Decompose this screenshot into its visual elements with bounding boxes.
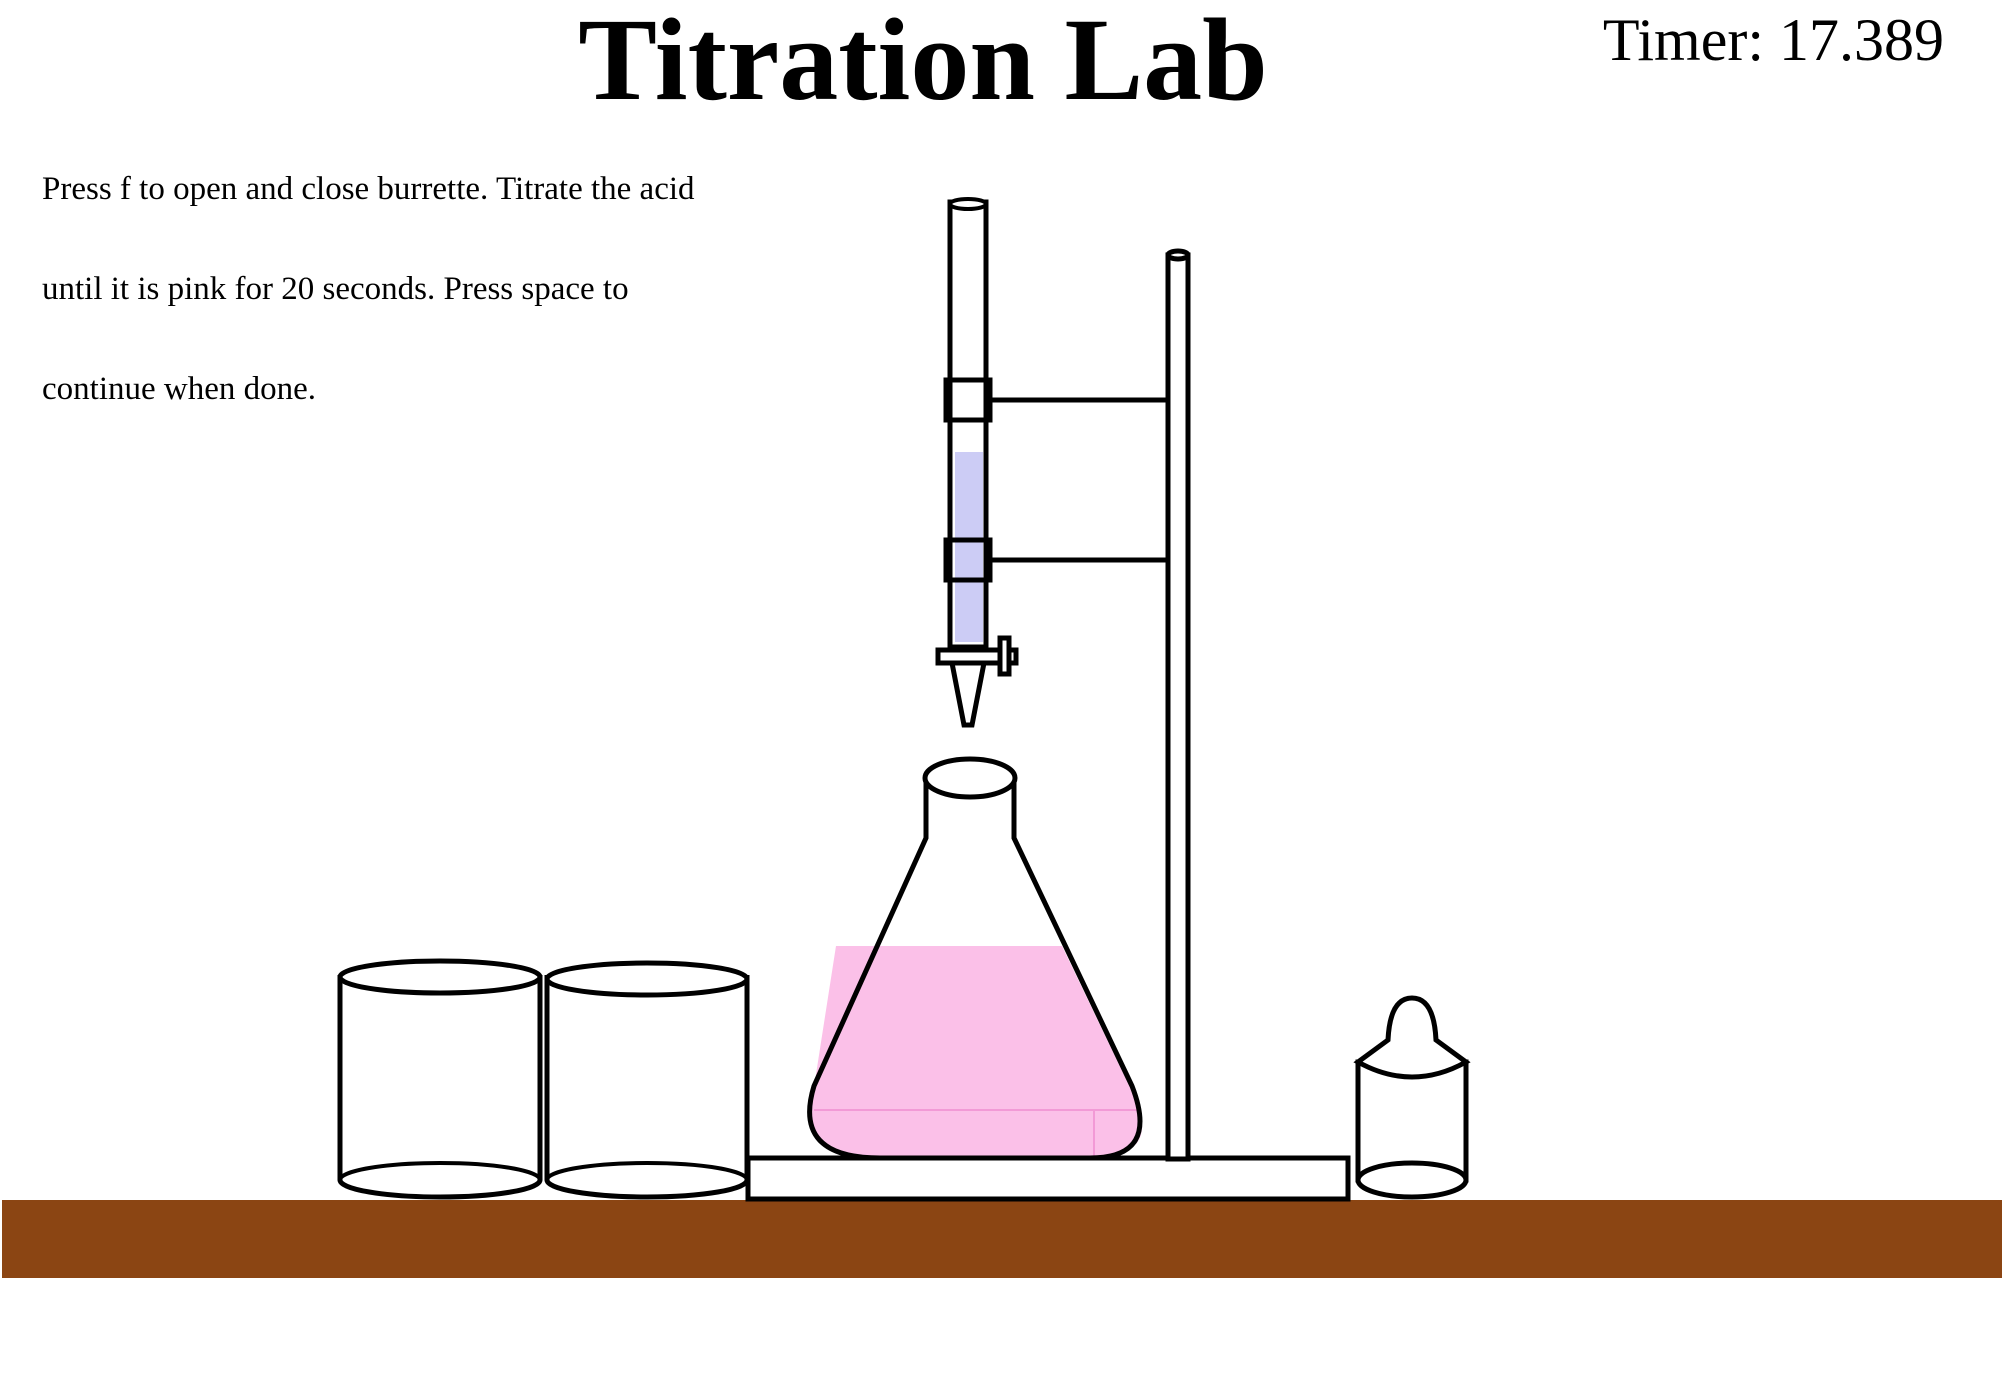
lab-stage[interactable]: Titration Lab Timer: 17.389 Press f to o… (0, 0, 2004, 1396)
beaker-right[interactable] (544, 960, 750, 1200)
lab-bench (2, 1200, 2002, 1278)
stand-base (745, 1155, 1351, 1202)
erlenmeyer-flask[interactable] (807, 756, 1143, 1161)
stand-rod (1165, 248, 1191, 1162)
flask-solution (809, 946, 1143, 1158)
wash-bottle[interactable] (1353, 995, 1471, 1200)
beaker-left[interactable] (337, 958, 543, 1200)
burette-titrant (955, 452, 983, 642)
lab-scene (2, 197, 2002, 1278)
stopcock-valve[interactable] (935, 635, 1019, 728)
